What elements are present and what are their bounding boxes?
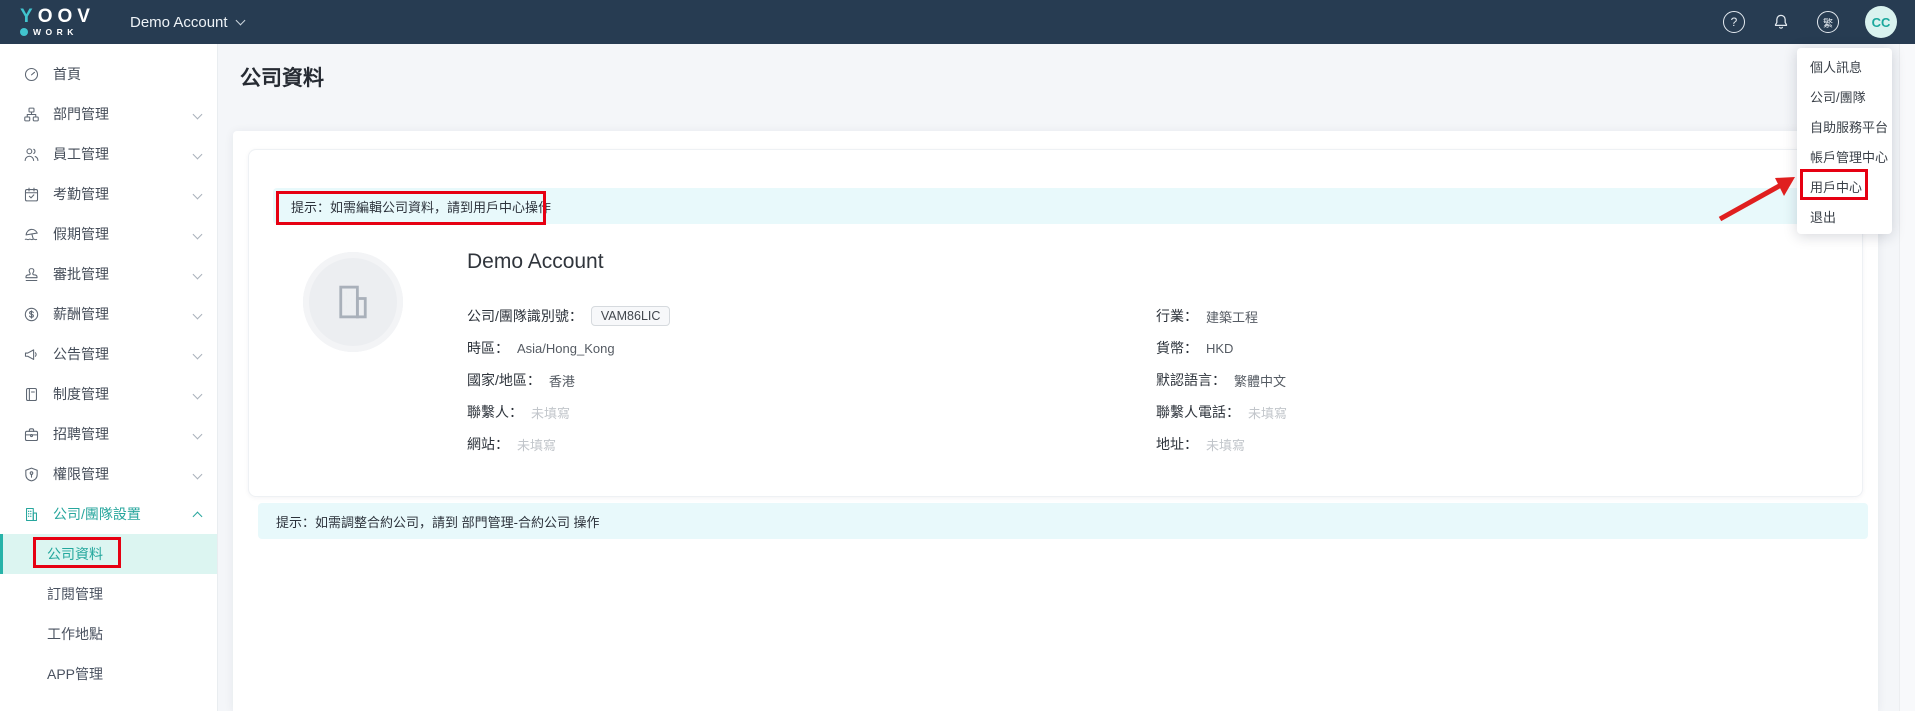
sidebar-item-label: 公告管理 — [53, 346, 109, 362]
sidebar-item-permissions[interactable]: 權限管理 — [0, 454, 217, 494]
field-row-contact-phone: 聯繫人電話： 未填寫 — [1156, 404, 1288, 421]
calendar-check-icon — [22, 185, 40, 203]
menu-item-company-team[interactable]: 公司/團隊 — [1797, 81, 1892, 111]
chevron-down-icon — [192, 309, 203, 319]
building-icon — [22, 505, 40, 523]
account-switcher[interactable]: Demo Account — [130, 13, 246, 31]
chevron-down-icon — [192, 229, 203, 239]
beach-umbrella-icon — [22, 225, 40, 243]
menu-item-self-service[interactable]: 自助服務平台 — [1797, 111, 1892, 141]
briefcase-icon — [22, 425, 40, 443]
stamp-icon — [22, 265, 40, 283]
sidebar-item-label: 招聘管理 — [53, 426, 109, 442]
account-switcher-label: Demo Account — [130, 13, 228, 31]
topbar-actions: ? 繁 CC — [1723, 6, 1897, 38]
yoov-logo[interactable]: YOOV WORK — [20, 7, 106, 37]
language-icon[interactable]: 繁 — [1817, 11, 1839, 33]
field-row-currency: 貨幣： HKD — [1156, 340, 1234, 356]
sidebar-item-label: 薪酬管理 — [53, 306, 109, 322]
chevron-down-icon — [192, 389, 203, 399]
edit-tip-banner: 提示：如需編輯公司資料，請到用戶中心操作 — [273, 188, 1838, 224]
logo-wordmark: YOOV — [20, 6, 95, 27]
sidebar-subitem-label: 公司資料 — [47, 546, 103, 562]
top-bar: YOOV WORK Demo Account ? 繁 CC — [0, 0, 1915, 44]
sidebar-item-company-settings[interactable]: 公司/團隊設置 — [0, 494, 217, 534]
field-row-country: 國家/地區： 香港 — [467, 372, 575, 389]
sidebar-item-label: 權限管理 — [53, 466, 109, 482]
sidebar-item-home[interactable]: 首頁 — [0, 54, 217, 94]
company-fields-left: 公司/團隊識別號： VAM86LIC 時區： Asia/Hong_Kong 國家… — [467, 300, 671, 460]
sidebar-item-recruitment[interactable]: 招聘管理 — [0, 414, 217, 454]
sidebar-subitem-label: APP管理 — [47, 666, 104, 682]
menu-item-personal-info[interactable]: 個人訊息 — [1797, 51, 1892, 81]
chevron-down-icon — [192, 349, 203, 359]
chevron-down-icon — [192, 189, 203, 199]
content-panel: 提示：如需編輯公司資料，請到用戶中心操作 Demo Account 公司/團隊識… — [233, 131, 1878, 711]
sidebar: 首頁 部門管理 員工管理 考勤管理 假期管理 審批管理 薪酬管理 公告管理 制度… — [0, 44, 218, 711]
sidebar-subitem-app-management[interactable]: APP管理 — [0, 654, 217, 694]
chevron-down-icon — [192, 149, 203, 159]
sidebar-item-announcements[interactable]: 公告管理 — [0, 334, 217, 374]
sidebar-subitem-company-profile[interactable]: 公司資料 — [0, 534, 217, 574]
sidebar-item-label: 假期管理 — [53, 226, 109, 242]
field-row-website: 網站： 未填寫 — [467, 436, 557, 453]
company-fields-right: 行業： 建築工程 貨幣： HKD 默認語言： 繁體中文 聯繫人電話： 未填寫 地… — [1156, 300, 1287, 460]
home-gauge-icon — [22, 65, 40, 83]
chevron-down-icon — [192, 469, 203, 479]
company-id-badge: VAM86LIC — [590, 306, 671, 326]
page-title: 公司資料 — [240, 67, 324, 90]
sidebar-item-approvals[interactable]: 審批管理 — [0, 254, 217, 294]
sidebar-item-leave[interactable]: 假期管理 — [0, 214, 217, 254]
sidebar-subitem-subscription[interactable]: 訂閱管理 — [0, 574, 217, 614]
sidebar-item-label: 考勤管理 — [53, 186, 109, 202]
sidebar-item-employees[interactable]: 員工管理 — [0, 134, 217, 174]
sidebar-item-label: 公司/團隊設置 — [53, 506, 141, 522]
field-row-address: 地址： 未填寫 — [1156, 436, 1246, 453]
field-row-industry: 行業： 建築工程 — [1156, 308, 1259, 325]
field-row-timezone: 時區： Asia/Hong_Kong — [467, 340, 615, 356]
sidebar-subitem-work-locations[interactable]: 工作地點 — [0, 614, 217, 654]
edit-tip-text: 提示：如需編輯公司資料，請到用戶中心操作 — [291, 199, 552, 215]
users-icon — [22, 145, 40, 163]
user-dropdown-menu: 個人訊息 公司/團隊 自助服務平台 帳戶管理中心 用戶中心 退出 — [1797, 48, 1892, 234]
chevron-down-icon — [192, 429, 203, 439]
sidebar-item-policies[interactable]: 制度管理 — [0, 374, 217, 414]
menu-item-logout[interactable]: 退出 — [1797, 201, 1892, 231]
notification-bell-icon[interactable] — [1771, 12, 1791, 32]
shield-key-icon — [22, 465, 40, 483]
sidebar-subitem-label: 工作地點 — [47, 626, 103, 642]
sidebar-subitem-label: 訂閱管理 — [47, 586, 103, 602]
field-row-company-id: 公司/團隊識別號： VAM86LIC — [467, 300, 671, 332]
chevron-up-icon — [192, 511, 203, 521]
sidebar-item-label: 員工管理 — [53, 146, 109, 162]
contract-company-tip-banner: 提示：如需調整合約公司，請到 部門管理-合約公司 操作 — [258, 503, 1868, 539]
sidebar-item-label: 首頁 — [53, 66, 81, 82]
contract-tip-text: 提示：如需調整合約公司，請到 部門管理-合約公司 操作 — [276, 514, 600, 530]
user-avatar[interactable]: CC — [1865, 6, 1897, 38]
chevron-down-icon — [192, 109, 203, 119]
sidebar-item-label: 制度管理 — [53, 386, 109, 402]
logo-subtitle: WORK — [33, 27, 78, 37]
megaphone-icon — [22, 345, 40, 363]
vertical-scrollbar[interactable] — [1899, 44, 1915, 711]
sidebar-item-departments[interactable]: 部門管理 — [0, 94, 217, 134]
menu-item-user-center[interactable]: 用戶中心 — [1797, 171, 1892, 201]
field-row-default-language: 默認語言： 繁體中文 — [1156, 372, 1287, 389]
logo-dot-icon — [20, 28, 28, 36]
chevron-down-icon — [235, 15, 246, 25]
org-chart-icon — [22, 105, 40, 123]
sidebar-item-attendance[interactable]: 考勤管理 — [0, 174, 217, 214]
chevron-down-icon — [192, 269, 203, 279]
dollar-circle-icon — [22, 305, 40, 323]
company-name: Demo Account — [467, 250, 604, 273]
notebook-icon — [22, 385, 40, 403]
menu-item-account-center[interactable]: 帳戶管理中心 — [1797, 141, 1892, 171]
company-avatar — [303, 252, 403, 352]
field-row-contact: 聯繫人： 未填寫 — [467, 404, 571, 421]
sidebar-item-payroll[interactable]: 薪酬管理 — [0, 294, 217, 334]
company-info-card: 提示：如需編輯公司資料，請到用戶中心操作 Demo Account 公司/團隊識… — [248, 149, 1863, 497]
help-icon[interactable]: ? — [1723, 11, 1745, 33]
sidebar-item-label: 部門管理 — [53, 106, 109, 122]
sidebar-item-label: 審批管理 — [53, 266, 109, 282]
